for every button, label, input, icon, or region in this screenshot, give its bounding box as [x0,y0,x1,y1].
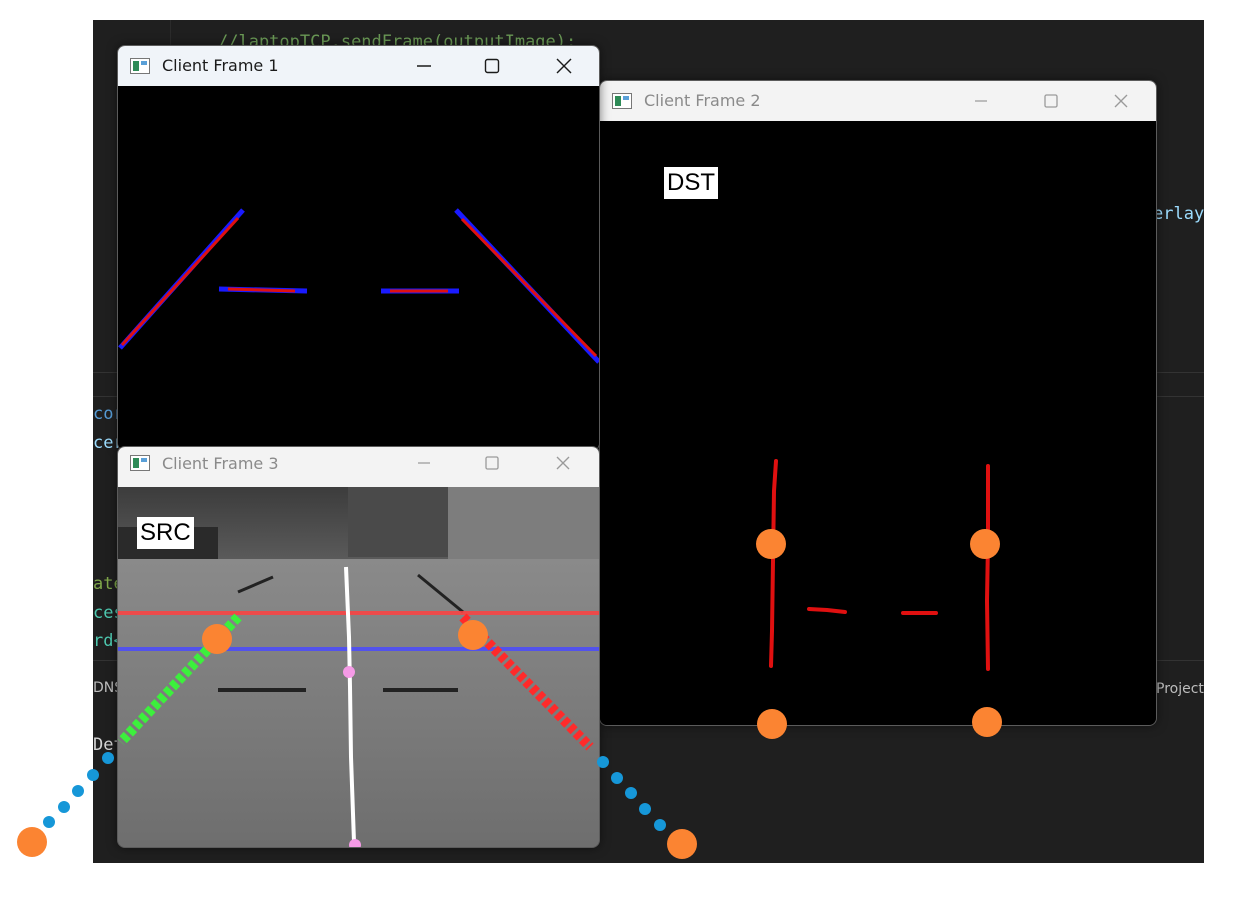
dotted-extension-right [597,756,666,831]
marker-src-left [202,624,232,654]
marker-dst-top-right [970,529,1000,559]
annotation-overlay [17,529,1002,859]
marker-dst-bottom-left [757,709,787,739]
dotted-extension-left [43,752,114,828]
marker-bottom-right [667,829,697,859]
marker-src-right [458,620,488,650]
marker-bottom-left [17,827,47,857]
marker-dst-bottom-right [972,707,1002,737]
marker-dst-top-left [756,529,786,559]
